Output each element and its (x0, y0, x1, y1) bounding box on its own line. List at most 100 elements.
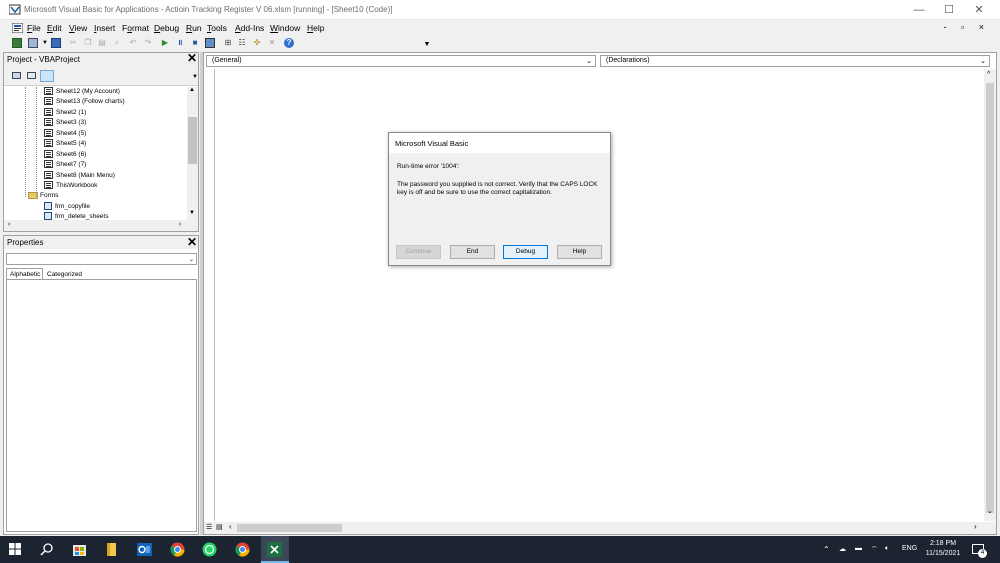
tree-item[interactable]: Sheet13 (Follow charts) (44, 97, 125, 107)
project-explorer-icon[interactable]: ⊞ (223, 38, 233, 48)
menu-run[interactable]: Run (186, 23, 202, 33)
procedure-view-icon[interactable]: ☰ (206, 523, 212, 531)
close-project-pane-icon[interactable]: ✕ (186, 52, 198, 65)
code-hscrollbar[interactable]: ☰ ▤ ‹ › (204, 522, 996, 534)
excel-taskbar-button[interactable] (261, 536, 289, 563)
store-icon[interactable] (72, 542, 87, 557)
margin-indicator-bar[interactable] (206, 69, 215, 521)
break-icon[interactable]: ॥ (175, 38, 185, 48)
scroll-left-icon[interactable]: ‹ (229, 522, 232, 531)
scroll-left-icon[interactable]: ‹ (8, 221, 10, 228)
battery-icon[interactable]: ▬ (855, 545, 862, 552)
language-indicator[interactable]: ENG (902, 545, 917, 552)
debug-button[interactable]: Debug (503, 245, 548, 259)
menu-window[interactable]: Window (270, 23, 300, 33)
windows-start-icon[interactable] (9, 543, 21, 555)
cut-icon[interactable]: ✂ (68, 38, 78, 48)
toolbox-icon[interactable]: ✕ (267, 38, 277, 48)
project-tree-hscrollbar[interactable]: ‹ › (4, 220, 198, 231)
scroll-thumb[interactable] (237, 524, 342, 532)
menu-format[interactable]: Format (122, 23, 149, 33)
tree-item[interactable]: Sheet7 (7) (44, 160, 86, 170)
scroll-up-icon[interactable]: ^ (987, 71, 990, 78)
chrome-profile-icon[interactable] (235, 542, 250, 557)
toolbar-options-icon[interactable]: ▼ (422, 40, 432, 50)
clock[interactable]: 2:18 PM 11/15/2021 (923, 539, 963, 559)
project-tree-vscrollbar[interactable]: ▲ ▼ (187, 87, 198, 220)
tree-item[interactable]: frm_delete_sheets (44, 212, 108, 220)
properties-window-icon[interactable]: ☷ (237, 38, 247, 48)
paste-icon[interactable]: ▤ (97, 38, 107, 48)
chevron-down-icon[interactable]: ⌄ (189, 255, 194, 265)
scroll-right-icon[interactable]: › (179, 221, 181, 228)
tree-item[interactable]: Sheet3 (3) (44, 118, 86, 128)
scroll-down-icon[interactable]: ⌄ (987, 507, 993, 515)
scroll-right-icon[interactable]: › (974, 522, 977, 531)
undo-icon[interactable]: ↶ (128, 38, 138, 48)
wifi-icon[interactable]: ⌔ (871, 545, 878, 554)
tree-item[interactable]: Sheet8 (Main Menu) (44, 171, 115, 181)
file-explorer-icon[interactable] (104, 542, 119, 557)
volume-icon[interactable]: 🔈︎ (885, 545, 889, 553)
object-combo[interactable]: (General) ⌄ (206, 55, 596, 67)
object-browser-icon[interactable]: ✣ (252, 38, 262, 48)
view-object-icon[interactable] (27, 72, 36, 79)
pane-expand-arrow-icon[interactable]: ▼ (192, 74, 198, 80)
run-icon[interactable]: ▶ (160, 38, 170, 48)
dropdown-arrow-icon[interactable]: ▼ (40, 38, 50, 48)
minimize-button[interactable]: — (904, 2, 934, 18)
scroll-up-icon[interactable]: ▲ (189, 87, 195, 93)
scroll-down-icon[interactable]: ▼ (189, 210, 195, 216)
notification-center-icon[interactable]: 4 (972, 544, 987, 558)
tree-item[interactable]: frm_copyfile (44, 202, 90, 212)
tree-folder[interactable]: Forms (28, 191, 58, 201)
procedure-combo[interactable]: (Declarations) ⌄ (600, 55, 990, 67)
end-button[interactable]: End (450, 245, 495, 259)
insert-userform-icon[interactable] (28, 38, 38, 48)
scroll-thumb[interactable] (188, 117, 197, 164)
close-button[interactable]: ✕ (964, 2, 994, 18)
tree-item[interactable]: Sheet12 (My Account) (44, 87, 120, 97)
menu-addins[interactable]: Add-Ins (235, 23, 264, 33)
copy-icon[interactable]: ❐ (83, 38, 93, 48)
view-code-icon[interactable] (12, 72, 21, 79)
menu-help[interactable]: Help (307, 23, 324, 33)
tree-item[interactable]: Sheet4 (5) (44, 129, 86, 139)
scroll-thumb[interactable] (986, 83, 994, 513)
properties-object-select[interactable]: ⌄ (6, 253, 197, 265)
full-module-view-icon[interactable]: ▤ (216, 523, 223, 531)
code-vscrollbar[interactable]: ^ ⌄ (984, 69, 996, 521)
toggle-folders-icon[interactable] (40, 70, 54, 82)
view-excel-icon[interactable] (12, 38, 22, 48)
tree-item[interactable]: Sheet5 (4) (44, 139, 86, 149)
mdi-window-controls[interactable]: - ▫ × (944, 22, 990, 32)
onedrive-icon[interactable]: ☁ (839, 545, 846, 553)
tree-item[interactable]: ThisWorkbook (44, 181, 97, 191)
design-mode-icon[interactable] (205, 38, 215, 48)
menu-tools[interactable]: Tools (207, 23, 227, 33)
chrome-icon[interactable] (170, 542, 185, 557)
maximize-button[interactable]: ☐ (934, 2, 964, 18)
menu-view[interactable]: View (69, 23, 87, 33)
reset-icon[interactable]: ■ (190, 38, 200, 48)
help-button[interactable]: Help (557, 245, 602, 259)
find-icon[interactable]: ⌕ (112, 38, 122, 48)
outlook-icon[interactable] (137, 542, 152, 557)
save-icon[interactable] (51, 38, 61, 48)
help-icon[interactable]: ? (284, 38, 294, 48)
redo-icon[interactable]: ↷ (143, 38, 153, 48)
menu-debug[interactable]: Debug (154, 23, 179, 33)
menu-edit[interactable]: Edit (47, 23, 62, 33)
show-hidden-icons-icon[interactable]: ⌃ (823, 545, 830, 554)
search-icon[interactable] (40, 542, 55, 557)
tree-item[interactable]: Sheet2 (1) (44, 108, 86, 118)
menu-file[interactable]: File (27, 23, 41, 33)
close-properties-pane-icon[interactable]: ✕ (186, 236, 198, 249)
whatsapp-icon[interactable] (202, 542, 217, 557)
chevron-down-icon[interactable]: ⌄ (980, 57, 986, 67)
tree-item[interactable]: Sheet6 (6) (44, 150, 86, 160)
properties-grid[interactable] (6, 279, 197, 532)
menu-insert[interactable]: Insert (94, 23, 115, 33)
document-icon[interactable] (12, 23, 23, 33)
chevron-down-icon[interactable]: ⌄ (586, 57, 592, 67)
